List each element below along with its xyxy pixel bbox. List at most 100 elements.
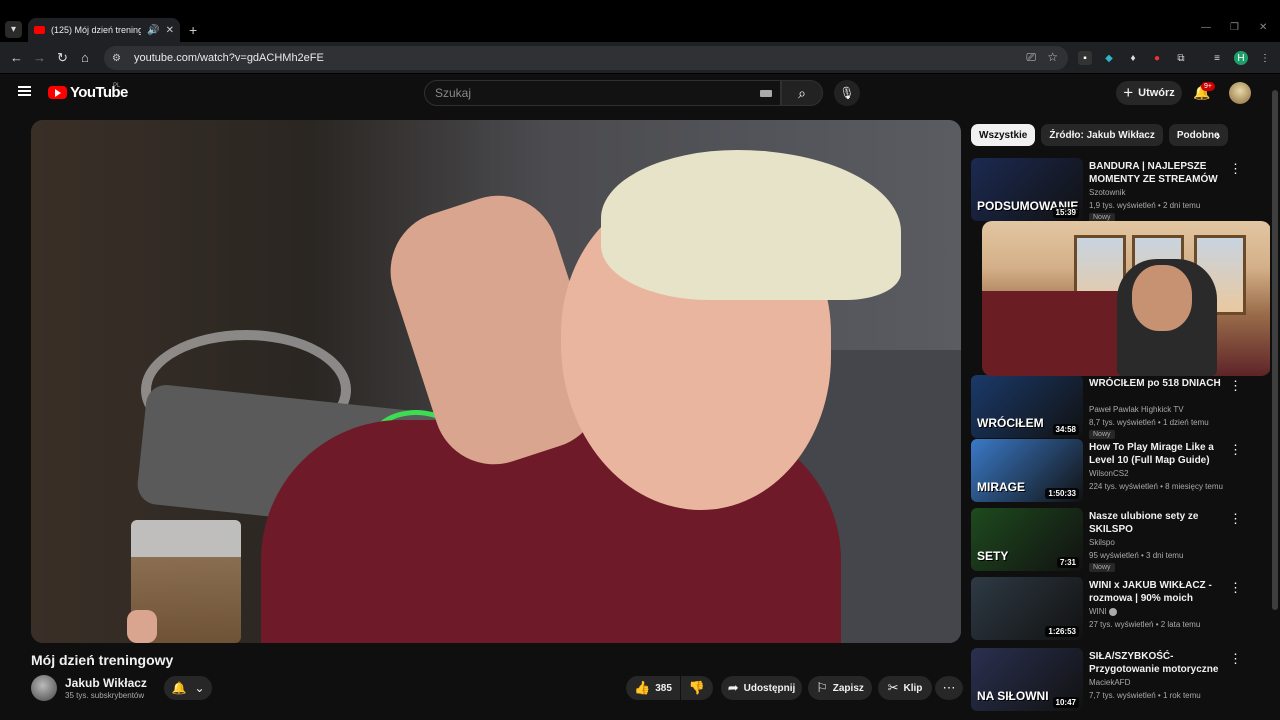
site-info-icon[interactable]: ⚙ xyxy=(112,53,128,64)
channel-label: Paweł Pawlak Highkick TV xyxy=(1089,405,1184,414)
browser-menu-icon[interactable]: ⋮ xyxy=(1258,51,1272,65)
more-vertical-icon[interactable]: ⋮ xyxy=(1229,161,1242,177)
bookmark-star-icon[interactable]: ☆ xyxy=(1047,50,1058,64)
recommended-video[interactable]: SETY 7:31 Nasze ulubione sety ze SKILSPO Sk… xyxy=(971,508,1266,572)
account-avatar[interactable] xyxy=(1229,82,1251,104)
search-button[interactable]: ⌕ xyxy=(781,80,823,106)
scrollbar-thumb[interactable] xyxy=(1272,90,1278,610)
recommended-channel-name[interactable]: WilsonCS2 xyxy=(1089,469,1129,478)
more-actions-button[interactable]: ⋯ xyxy=(935,676,963,700)
voice-search-button[interactable]: 🎙 xyxy=(834,80,860,106)
menu-icon[interactable] xyxy=(18,86,31,96)
window-close-icon[interactable]: ✕ xyxy=(1259,22,1267,33)
recommended-video-title[interactable]: WINI x JAKUB WIKŁACZ - rozmowa | 90% moi… xyxy=(1089,579,1227,605)
new-tab-button[interactable]: + xyxy=(189,22,197,38)
more-vertical-icon[interactable]: ⋮ xyxy=(1229,442,1242,458)
channel-label: WilsonCS2 xyxy=(1089,469,1129,478)
recommended-video-title[interactable]: SIŁA/SZYBKOŚĆ- Przygotowanie motoryczne … xyxy=(1089,650,1227,676)
extension-3-icon[interactable]: ♦ xyxy=(1126,51,1140,65)
home-icon[interactable]: ⌂ xyxy=(81,50,89,65)
recommended-channel-name[interactable]: MaciekAFD xyxy=(1089,678,1130,687)
video-thumbnail[interactable]: MIRAGE 1:50:33 xyxy=(971,439,1083,502)
video-thumbnail[interactable]: PODSUMOWANIE 15:39 xyxy=(971,158,1083,221)
media-control-icon[interactable]: ≡ xyxy=(1210,51,1224,65)
install-app-icon[interactable]: ⎚ xyxy=(1026,50,1036,65)
recommended-video[interactable]: WRÓCIŁEM 34:58 WRÓCIŁEM po 518 DNIACH Paweł… xyxy=(971,375,1266,439)
recommended-video[interactable]: 1:26:53 WINI x JAKUB WIKŁACZ - rozmowa | … xyxy=(971,577,1266,641)
speaker-icon[interactable]: 🔊 xyxy=(147,25,159,36)
recommended-video[interactable]: PODSUMOWANIE 15:39 BANDURA | NAJLEPSZE MOM… xyxy=(971,158,1266,222)
share-button[interactable]: ➦ Udostępnij xyxy=(721,676,802,700)
channel-label: Skilspo xyxy=(1089,538,1115,547)
recommended-video[interactable]: MIRAGE 1:50:33 How To Play Mirage Like a L… xyxy=(971,439,1266,503)
recommended-video-title[interactable]: BANDURA | NAJLEPSZE MOMENTY ZE STREAMÓW … xyxy=(1089,160,1227,186)
video-duration: 34:58 xyxy=(1052,424,1079,435)
share-icon: ➦ xyxy=(727,680,739,695)
video-thumbnail[interactable]: 1:26:53 xyxy=(971,577,1083,640)
browser-tab[interactable]: (125) Mój dzień treningowy 🔊 ✕ xyxy=(28,18,180,42)
extension-4-icon[interactable]: ● xyxy=(1150,51,1164,65)
recommended-video-meta: 7,7 tys. wyświetleń • 1 rok temu xyxy=(1089,691,1201,700)
thumbnail-text: SETY xyxy=(977,549,1009,563)
chip-all[interactable]: Wszystkie xyxy=(971,124,1036,146)
extension-2-icon[interactable]: ◆ xyxy=(1102,51,1116,65)
webcam-overlay xyxy=(982,221,1271,376)
like-button[interactable]: 👍 385 xyxy=(626,676,680,700)
extension-1-icon[interactable]: ▪ xyxy=(1078,51,1092,65)
recommended-channel-name[interactable]: WINI xyxy=(1089,607,1117,616)
chevron-right-icon[interactable]: › xyxy=(1216,128,1220,143)
extensions-puzzle-icon[interactable]: ⧉ xyxy=(1174,51,1188,65)
back-icon[interactable]: ← xyxy=(10,50,23,65)
address-bar[interactable]: ⚙ youtube.com/watch?v=gdACHMh2eFE ⎚ ☆ xyxy=(104,46,1068,70)
close-tab-icon[interactable]: ✕ xyxy=(166,25,174,36)
share-label: Udostępnij xyxy=(743,682,796,694)
video-thumbnail[interactable]: SETY 7:31 xyxy=(971,508,1083,571)
verified-icon xyxy=(1108,607,1117,616)
more-horizontal-icon: ⋯ xyxy=(942,680,956,695)
subscription-bell-button[interactable]: 🔔 ⌄ xyxy=(164,676,212,700)
channel-avatar[interactable] xyxy=(31,675,57,701)
video-player[interactable] xyxy=(31,120,961,643)
recommended-video-title[interactable]: WRÓCIŁEM po 518 DNIACH xyxy=(1089,377,1227,390)
create-button[interactable]: + Utwórz xyxy=(1116,81,1182,105)
keyboard-icon[interactable] xyxy=(760,90,772,97)
channel-label: MaciekAFD xyxy=(1089,678,1131,687)
scissors-icon: ✂ xyxy=(887,680,899,695)
recommended-video[interactable]: NA SIŁOWNI 10:47 SIŁA/SZYBKOŚĆ- Przygotowa… xyxy=(971,648,1266,712)
reload-icon[interactable]: ↻ xyxy=(57,50,68,66)
profile-icon[interactable]: H xyxy=(1234,51,1248,65)
chip-from-channel[interactable]: Źródło: Jakub Wikłacz xyxy=(1041,124,1163,146)
channel-name[interactable]: Jakub Wikłacz xyxy=(65,676,147,690)
minimize-icon[interactable]: — xyxy=(1201,22,1211,33)
more-vertical-icon[interactable]: ⋮ xyxy=(1229,511,1242,527)
more-vertical-icon[interactable]: ⋮ xyxy=(1229,651,1242,667)
more-vertical-icon[interactable]: ⋮ xyxy=(1229,580,1242,596)
channel-label: WINI xyxy=(1089,607,1107,616)
thumbnail-text: MIRAGE xyxy=(977,480,1025,494)
recommended-channel-name[interactable]: Szotownik xyxy=(1089,188,1125,197)
recommended-video-title[interactable]: Nasze ulubione sety ze SKILSPO xyxy=(1089,510,1227,536)
tab-search-button[interactable]: ▾ xyxy=(5,21,22,38)
dislike-button[interactable]: 👎 xyxy=(681,676,713,700)
recommended-channel-name[interactable]: Paweł Pawlak Highkick TV xyxy=(1089,405,1184,414)
create-label: Utwórz xyxy=(1138,87,1175,99)
save-button[interactable]: ⚐ Zapisz xyxy=(808,676,872,700)
clip-button[interactable]: ✂ Klip xyxy=(878,676,932,700)
search-input[interactable]: Szukaj xyxy=(424,80,781,106)
more-vertical-icon[interactable]: ⋮ xyxy=(1229,378,1242,394)
filter-chips: Wszystkie Źródło: Jakub Wikłacz Podobne xyxy=(971,124,1228,146)
youtube-favicon-icon xyxy=(34,26,45,34)
thumbnail-text: WRÓCIŁEM xyxy=(977,416,1044,430)
video-duration: 7:31 xyxy=(1056,557,1079,568)
search-icon: ⌕ xyxy=(798,84,806,101)
recommended-video-title[interactable]: How To Play Mirage Like a Level 10 (Full… xyxy=(1089,441,1227,467)
video-duration: 15:39 xyxy=(1052,207,1079,218)
maximize-icon[interactable]: ❐ xyxy=(1230,22,1239,33)
video-thumbnail[interactable]: NA SIŁOWNI 10:47 xyxy=(971,648,1083,711)
youtube-play-logo-icon xyxy=(48,86,67,99)
forward-icon[interactable]: → xyxy=(33,50,46,65)
video-thumbnail[interactable]: WRÓCIŁEM 34:58 xyxy=(971,375,1083,438)
recommended-channel-name[interactable]: Skilspo xyxy=(1089,538,1115,547)
video-duration: 10:47 xyxy=(1052,697,1079,708)
plus-icon: + xyxy=(1123,83,1134,102)
